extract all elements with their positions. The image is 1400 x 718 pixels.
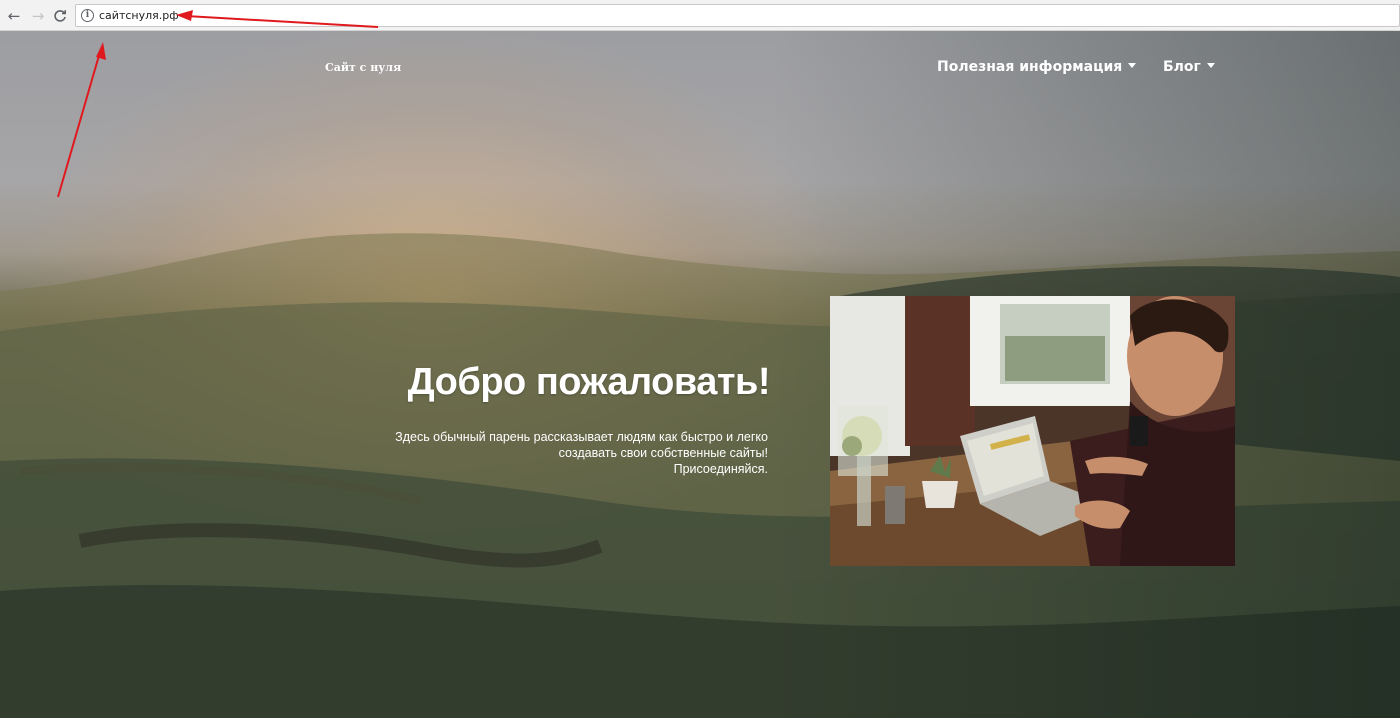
site-brand[interactable]: Сайт с нуля bbox=[325, 61, 401, 74]
back-button[interactable]: ← bbox=[4, 6, 24, 26]
hero-line-3: Присоединяйся. bbox=[673, 462, 768, 476]
browser-toolbar: ← → i сайтснуля.рф bbox=[0, 0, 1400, 31]
reload-icon bbox=[54, 10, 66, 22]
hero-description: Здесь обычный парень рассказывает людям … bbox=[340, 429, 768, 477]
address-bar[interactable]: i сайтснуля.рф bbox=[75, 4, 1400, 27]
hero-line-1: Здесь обычный парень рассказывает людям … bbox=[395, 430, 768, 444]
info-icon[interactable]: i bbox=[81, 9, 94, 22]
hero-photo bbox=[830, 296, 1235, 566]
laptop-workspace-image bbox=[830, 296, 1235, 566]
nav-useful-info-label: Полезная информация bbox=[937, 59, 1123, 75]
caret-down-icon bbox=[1128, 63, 1137, 68]
nav-useful-info[interactable]: Полезная информация bbox=[937, 59, 1137, 75]
hero-section: Сайт с нуля Полезная информация Блог Доб… bbox=[0, 31, 1400, 718]
nav-blog-label: Блог bbox=[1163, 59, 1201, 75]
reload-button[interactable] bbox=[50, 6, 70, 26]
hero-line-2: создавать свои собственные сайты! bbox=[558, 446, 768, 460]
url-text[interactable]: сайтснуля.рф bbox=[99, 9, 179, 22]
forward-button[interactable]: → bbox=[28, 6, 48, 26]
caret-down-icon bbox=[1206, 63, 1215, 68]
hero-title: Добро пожаловать! bbox=[407, 361, 771, 403]
nav-blog[interactable]: Блог bbox=[1163, 59, 1215, 75]
